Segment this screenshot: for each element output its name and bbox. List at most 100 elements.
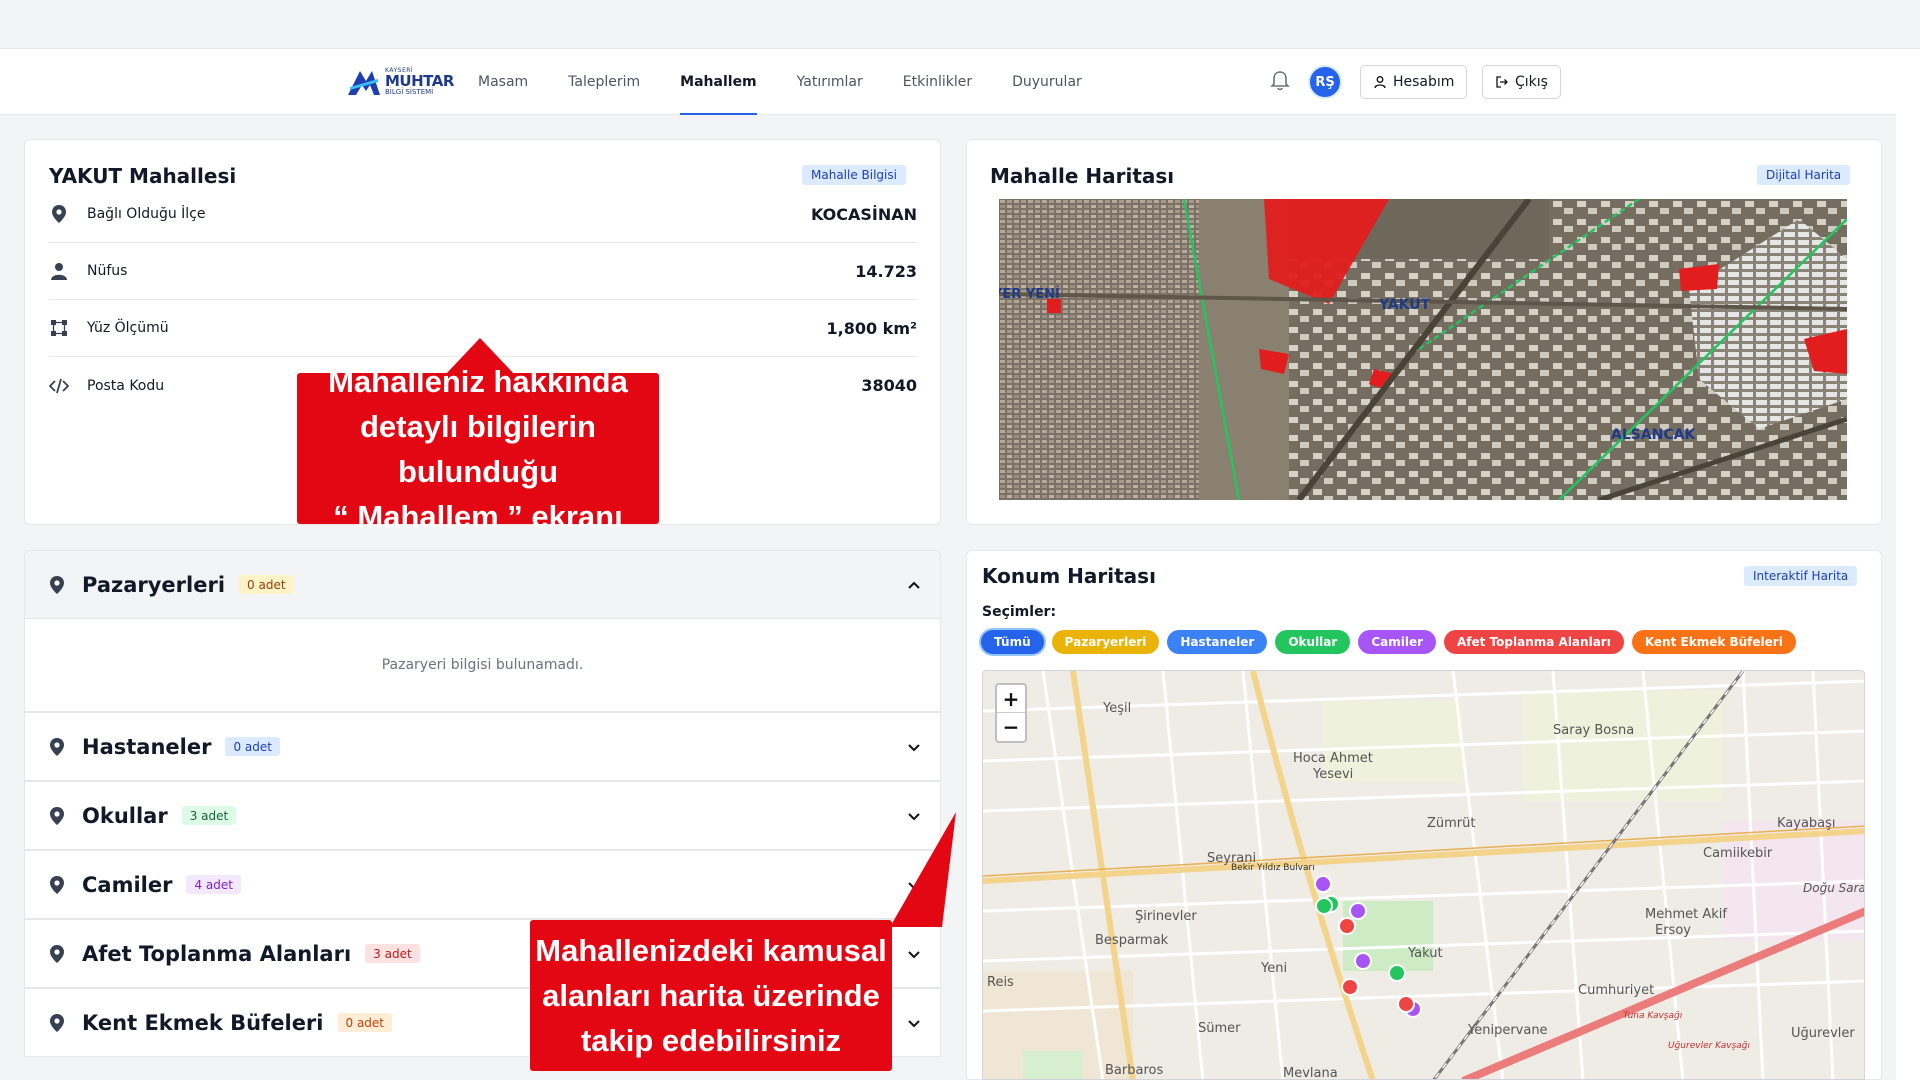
mosque-marker — [1354, 952, 1372, 970]
zoom-in-button[interactable]: + — [997, 685, 1025, 713]
chip-tumu[interactable]: Tümü — [981, 630, 1044, 654]
chip-pazaryerleri[interactable]: Pazaryerleri — [1051, 630, 1160, 654]
map-label: Mehmet Akif — [1645, 907, 1727, 922]
nav-yatirimlar[interactable]: Yatırımlar — [777, 49, 883, 115]
sat-label-yakut: YAKUT — [1379, 297, 1431, 313]
accordion-camiler[interactable]: Camiler 4 adet — [24, 850, 941, 919]
map-pin-icon — [50, 806, 64, 825]
accordion-hastaneler[interactable]: Hastaneler 0 adet — [24, 712, 941, 781]
info-row-nufus: Nüfus 14.723 — [49, 243, 917, 300]
callout-bottom-line1: Mahallenizdeki kamusal — [535, 933, 887, 968]
mosque-marker — [1314, 875, 1332, 893]
map-label: Yakut — [1408, 946, 1443, 961]
map-road-label: Tuna Kavşağı — [1623, 1011, 1683, 1021]
browser-top-strip — [0, 0, 1920, 49]
accordion-title: Okullar — [82, 803, 168, 828]
zoom-out-button[interactable]: − — [997, 713, 1025, 741]
accordion-okullar[interactable]: Okullar 3 adet — [24, 781, 941, 850]
callout-bottom-line3: takip edebilirsiniz — [580, 1023, 842, 1058]
nav-mahallem[interactable]: Mahallem — [660, 49, 776, 115]
selections-label: Seçimler: — [982, 604, 1057, 620]
map-label: Cumhuriyet — [1578, 983, 1655, 998]
chip-hastaneler[interactable]: Hastaneler — [1167, 630, 1268, 654]
chip-kent-ekmek[interactable]: Kent Ekmek Büfeleri — [1631, 630, 1796, 654]
info-row-ilce: Bağlı Olduğu İlçe KOCASİNAN — [49, 186, 917, 243]
location-map[interactable]: Yeşil Saray Bosna Hoca Ahmet Yesevi Zümr… — [982, 670, 1865, 1080]
nav-duyurular[interactable]: Duyurular — [992, 49, 1102, 115]
mosque-marker — [1349, 902, 1367, 920]
chevron-down-icon — [908, 951, 920, 959]
count-badge: 0 adet — [225, 737, 280, 756]
nav-taleplerim[interactable]: Taleplerim — [548, 49, 660, 115]
map-label: Zümrüt — [1427, 816, 1476, 831]
map-label: Şirinevler — [1135, 909, 1197, 924]
avatar[interactable]: RŞ — [1308, 65, 1342, 99]
nav-masam[interactable]: Masam — [458, 49, 548, 115]
ilce-value: KOCASİNAN — [810, 204, 917, 224]
bell-icon[interactable] — [1268, 69, 1292, 93]
map-label: Uğurevler — [1791, 1026, 1855, 1041]
chip-afet-toplanma[interactable]: Afet Toplanma Alanları — [1444, 630, 1624, 654]
count-badge: 0 adet — [239, 575, 294, 594]
navbar: KAYSERİ MUHTAR BİLGİ SİSTEMİ Masam Talep… — [0, 49, 1896, 115]
chip-camiler[interactable]: Camiler — [1358, 630, 1437, 654]
map-label: Saray Bosna — [1553, 723, 1635, 738]
brand-line2: MUHTAR — [385, 72, 454, 90]
map-label: Yesevi — [1313, 767, 1354, 782]
map-pin-icon — [50, 944, 64, 963]
brand-logo[interactable]: KAYSERİ MUHTAR BİLGİ SİSTEMİ — [346, 63, 454, 101]
account-button[interactable]: Hesabım — [1360, 65, 1468, 99]
school-marker — [1388, 964, 1406, 982]
nufus-label: Nüfus — [87, 263, 128, 279]
callout-bottom: Mahallenizdeki kamusal alanları harita ü… — [530, 920, 892, 1071]
account-label: Hesabım — [1393, 74, 1455, 90]
ilce-label: Bağlı Olduğu İlçe — [87, 206, 206, 222]
assembly-area-marker — [1341, 978, 1359, 996]
map-pin-icon — [50, 1013, 64, 1032]
logout-button[interactable]: Çıkış — [1482, 65, 1561, 99]
nav-etkinlikler[interactable]: Etkinlikler — [883, 49, 992, 115]
map-label: Besparmak — [1095, 933, 1169, 948]
school-marker — [1315, 897, 1333, 915]
yuzolcumu-value: 1,800 km² — [826, 318, 918, 338]
logo-mark-icon — [348, 71, 380, 95]
map-label: Yeşil — [1103, 701, 1132, 716]
chevron-down-icon — [908, 744, 920, 752]
satellite-map[interactable]: YAKUT ALSANCAK YER YENİ — [999, 199, 1847, 500]
accordion-pazaryerleri[interactable]: Pazaryerleri 0 adet — [24, 550, 941, 619]
main-nav: Masam Taleplerim Mahallem Yatırımlar Etk… — [458, 49, 1102, 115]
callout-top-line1: Mahalleniz hakkında — [328, 363, 628, 399]
chip-okullar[interactable]: Okullar — [1275, 630, 1351, 654]
callout-bottom-line2: alanları harita üzerinde — [542, 978, 880, 1013]
pazaryerleri-empty: Pazaryeri bilgisi bulunamadı. — [24, 619, 941, 712]
callout-top-line3: “ Mahallem ” ekranı — [333, 498, 623, 534]
mahalle-map-title: Mahalle Haritası — [990, 164, 1175, 188]
callout-top-line2: detaylı bilgilerin bulunduğu — [360, 408, 596, 489]
map-label: Camiikebir — [1703, 846, 1773, 861]
map-label: Ersoy — [1655, 923, 1691, 938]
logout-label: Çıkış — [1515, 74, 1548, 90]
map-pin-icon — [50, 875, 64, 894]
konum-map-title: Konum Haritası — [982, 564, 1156, 588]
chevron-up-icon — [908, 581, 920, 589]
right-gutter — [1896, 49, 1920, 1080]
person-icon — [49, 261, 69, 281]
accordion-title: Pazaryerleri — [82, 572, 226, 597]
assembly-area-marker — [1338, 917, 1356, 935]
count-badge: 3 adet — [181, 806, 237, 825]
accordion-title: Afet Toplanma Alanları — [82, 941, 352, 966]
callout-top: Mahalleniz hakkında detaylı bilgilerin b… — [297, 364, 659, 534]
filter-chips: Tümü Pazaryerleri Hastaneler Okullar Cam… — [981, 630, 1804, 654]
yuzolcumu-label: Yüz Ölçümü — [87, 320, 169, 336]
nufus-value: 14.723 — [855, 261, 917, 281]
street-map-tiles — [983, 671, 1864, 1079]
map-label: Doğu Saray — [1803, 881, 1864, 895]
code-icon — [49, 376, 69, 396]
assembly-area-marker — [1397, 995, 1415, 1013]
satellite-imagery — [999, 199, 1847, 500]
count-badge: 3 adet — [365, 944, 420, 963]
mahalle-info-tag: Mahalle Bilgisi — [802, 165, 906, 185]
logout-icon — [1496, 76, 1508, 88]
accordion-title: Camiler — [82, 872, 173, 897]
postakodu-value: 38040 — [861, 376, 917, 395]
